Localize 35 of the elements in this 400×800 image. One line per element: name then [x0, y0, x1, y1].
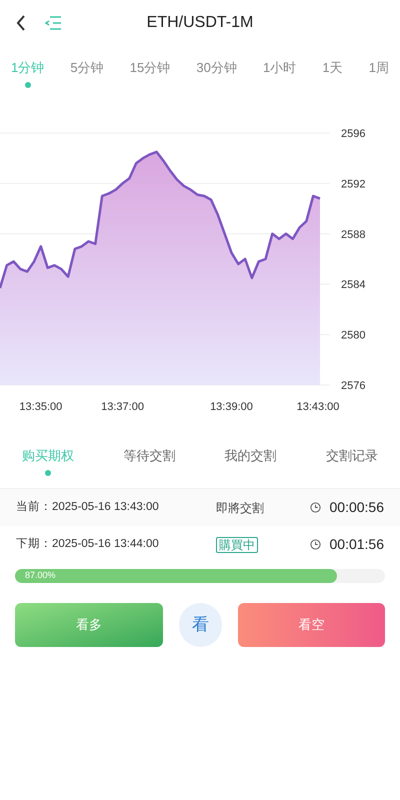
page-title: ETH/USDT-1M	[146, 13, 254, 33]
x-tick-label: 13:35:00	[19, 401, 62, 413]
y-tick-label: 2580	[341, 330, 366, 342]
buy-down-button[interactable]: 看空	[238, 603, 385, 647]
countdown: 00:00:56	[330, 498, 384, 517]
x-tick-label: 13:39:00	[210, 401, 253, 413]
section-tab[interactable]: 购买期权	[22, 446, 74, 476]
period-label: 下期：2025-05-16 13:44:00	[16, 536, 160, 552]
clock-icon	[310, 539, 321, 550]
y-tick-label: 2592	[341, 178, 366, 190]
section-tab[interactable]: 等待交割	[123, 446, 176, 476]
back-icon[interactable]	[16, 15, 26, 31]
y-tick-label: 2584	[341, 279, 366, 292]
interval-tab[interactable]: 1周	[368, 58, 389, 88]
view-button[interactable]: 看	[178, 603, 222, 647]
x-tick-label: 13:37:00	[101, 401, 144, 413]
section-tab[interactable]: 交割记录	[326, 446, 378, 476]
interval-tab[interactable]: 1天	[322, 58, 343, 88]
countdown: 00:01:56	[330, 535, 384, 554]
y-tick-label: 2588	[341, 228, 366, 241]
y-tick-label: 2576	[341, 380, 366, 392]
status-text: 即將交割	[216, 500, 264, 514]
clock-icon	[310, 502, 321, 513]
x-tick-label: 13:43:00	[296, 401, 340, 413]
interval-tab[interactable]: 1分钟	[11, 58, 44, 88]
interval-tab[interactable]: 30分钟	[196, 58, 237, 88]
interval-tab[interactable]: 5分钟	[70, 58, 104, 88]
interval-tab[interactable]: 1小时	[262, 58, 296, 88]
interval-tab[interactable]: 15分钟	[130, 58, 170, 88]
section-tab[interactable]: 我的交割	[224, 446, 277, 476]
buy-up-button[interactable]: 看多	[15, 603, 163, 647]
progress-reading: 87.00%	[25, 569, 56, 582]
period-label: 当前：2025-05-16 13:43:00	[16, 500, 160, 515]
status-badge: 購買中	[216, 536, 258, 552]
y-tick-label: 2596	[341, 128, 366, 140]
